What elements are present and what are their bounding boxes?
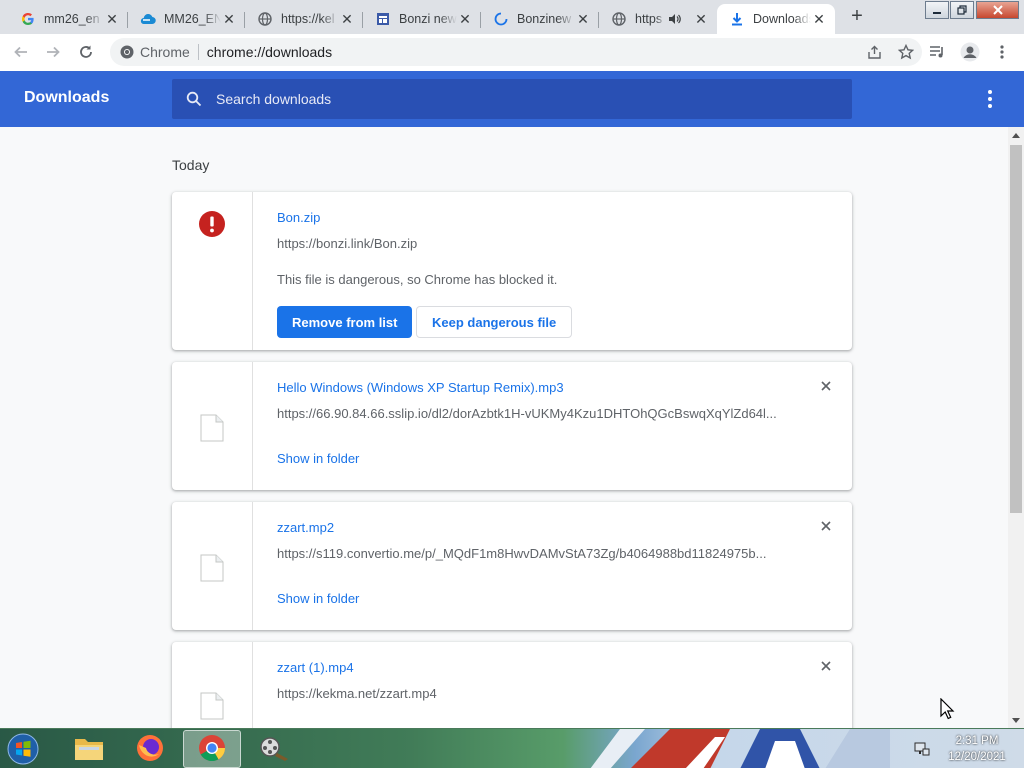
- search-input[interactable]: [216, 79, 852, 119]
- back-button[interactable]: [9, 40, 33, 64]
- tab-bonzinew[interactable]: Bonzinew ✕: [481, 4, 599, 34]
- keep-dangerous-file-button[interactable]: Keep dangerous file: [416, 306, 573, 338]
- remove-from-list-button[interactable]: Remove from list: [277, 306, 413, 338]
- network-icon[interactable]: [914, 741, 930, 757]
- tab-close-icon[interactable]: ✕: [575, 11, 591, 27]
- download-item: zzart.mp2 https://s119.convertio.me/p/_M…: [172, 502, 852, 630]
- mouse-cursor-icon: [940, 697, 956, 720]
- minimize-button[interactable]: [925, 1, 949, 19]
- file-icon: [200, 554, 224, 582]
- chrome-icon: [197, 733, 227, 766]
- profile-avatar[interactable]: [958, 40, 982, 64]
- scroll-up-icon[interactable]: [1008, 127, 1024, 143]
- tab-strip: mm26_en ✕ MM26_EN ✕ https://kel ✕ Bonzi …: [0, 0, 1024, 34]
- start-button[interactable]: [4, 731, 42, 767]
- tab-title: https://kel: [281, 12, 335, 26]
- file-icon: [200, 692, 224, 720]
- taskbar-firefox-button[interactable]: [121, 730, 179, 768]
- tab-close-icon[interactable]: ✕: [811, 11, 827, 27]
- remove-item-close-icon[interactable]: [818, 518, 834, 534]
- tab-title: Bonzi new: [399, 12, 457, 26]
- page-scheme-label: Chrome: [140, 44, 190, 60]
- show-in-folder-link[interactable]: Show in folder: [277, 591, 359, 606]
- tab-close-icon[interactable]: ✕: [104, 11, 120, 27]
- tab-mm26-en[interactable]: mm26_en ✕: [8, 4, 128, 34]
- danger-icon: [198, 210, 226, 241]
- forward-button[interactable]: [41, 40, 65, 64]
- browser-menu-button[interactable]: [990, 40, 1014, 64]
- tab-downloads[interactable]: Downloads ✕: [717, 4, 835, 34]
- bookmark-star-icon[interactable]: [890, 44, 922, 60]
- tab-title: mm26_en: [44, 12, 100, 26]
- danger-warning-text: This file is dangerous, so Chrome has bl…: [277, 272, 558, 287]
- show-in-folder-link[interactable]: Show in folder: [277, 451, 359, 466]
- search-icon: [172, 91, 216, 107]
- windows-taskbar: 2:31 PM 12/20/2021: [0, 728, 1024, 768]
- download-item: Bon.zip https://bonzi.link/Bon.zip This …: [172, 192, 852, 350]
- downloads-list: Today Bon.zip https://bonzi.link/Bon.zip…: [0, 127, 1008, 728]
- tab-https-kel[interactable]: https://kel ✕: [245, 4, 363, 34]
- taskbar-chrome-button[interactable]: [183, 730, 241, 768]
- download-item: zzart (1).mp4 https://kekma.net/zzart.mp…: [172, 642, 852, 728]
- url-text: chrome://downloads: [206, 44, 333, 60]
- window-icon: [375, 11, 391, 27]
- tab-title: Downloads: [753, 12, 811, 26]
- clock-date: 12/20/2021: [948, 751, 1006, 763]
- remove-item-close-icon[interactable]: [818, 378, 834, 394]
- close-window-button[interactable]: [976, 1, 1019, 19]
- reload-button[interactable]: [74, 40, 98, 64]
- tab-close-icon[interactable]: ✕: [221, 11, 237, 27]
- tab-title: MM26_EN: [164, 12, 221, 26]
- search-box[interactable]: [172, 79, 852, 119]
- file-icon: [200, 414, 224, 442]
- file-name[interactable]: Bon.zip: [277, 210, 320, 225]
- desktop-wallpaper-strip: [590, 729, 890, 768]
- file-url[interactable]: https://66.90.84.66.sslip.io/dl2/dorAzbt…: [277, 406, 777, 421]
- film-reel-icon: [258, 733, 290, 766]
- date-heading: Today: [172, 157, 210, 173]
- tab-bonzi-new[interactable]: Bonzi new ✕: [363, 4, 481, 34]
- address-bar[interactable]: Chrome chrome://downloads: [110, 38, 922, 66]
- downloads-menu-button[interactable]: [980, 87, 1000, 111]
- taskbar-movie-maker-button[interactable]: [245, 730, 303, 768]
- taskbar-explorer-button[interactable]: [60, 730, 118, 768]
- tab-mm26-EN[interactable]: MM26_EN ✕: [128, 4, 245, 34]
- downloads-toolbar: Downloads: [0, 71, 1024, 127]
- tab-title: https: [635, 12, 663, 26]
- tab-close-icon[interactable]: ✕: [693, 11, 709, 27]
- globe-icon: [257, 11, 273, 27]
- share-icon[interactable]: [858, 45, 890, 60]
- media-control-button[interactable]: [925, 40, 949, 64]
- file-name[interactable]: zzart.mp2: [277, 520, 334, 535]
- cloud-icon: [140, 11, 156, 27]
- browser-toolbar: Chrome chrome://downloads: [0, 34, 1024, 71]
- file-url[interactable]: https://bonzi.link/Bon.zip: [277, 236, 777, 251]
- tab-title: Bonzinew: [517, 12, 572, 26]
- page-title: Downloads: [24, 89, 110, 106]
- tab-close-icon[interactable]: ✕: [457, 11, 473, 27]
- chrome-logo-icon: [120, 45, 134, 59]
- file-name[interactable]: zzart (1).mp4: [277, 660, 354, 675]
- globe-icon: [611, 11, 627, 27]
- download-icon: [729, 11, 745, 27]
- new-tab-button[interactable]: +: [846, 6, 868, 28]
- speaker-icon[interactable]: [665, 13, 683, 25]
- tab-close-icon[interactable]: ✕: [339, 11, 355, 27]
- download-item: Hello Windows (Windows XP Startup Remix)…: [172, 362, 852, 490]
- folder-icon: [73, 734, 105, 765]
- scroll-down-icon[interactable]: [1008, 712, 1024, 728]
- file-name[interactable]: Hello Windows (Windows XP Startup Remix)…: [277, 380, 564, 395]
- tab-https-audio[interactable]: https ✕: [599, 4, 717, 34]
- scrollbar-thumb[interactable]: [1010, 145, 1022, 513]
- file-url[interactable]: https://s119.convertio.me/p/_MQdF1m8HwvD…: [277, 546, 777, 561]
- system-clock[interactable]: 2:31 PM 12/20/2021: [942, 733, 1012, 765]
- firefox-icon: [135, 733, 165, 766]
- file-url[interactable]: https://kekma.net/zzart.mp4: [277, 686, 777, 701]
- google-g-icon: [20, 11, 36, 27]
- remove-item-close-icon[interactable]: [818, 658, 834, 674]
- loading-spinner-icon: [493, 11, 509, 27]
- restore-button[interactable]: [950, 1, 974, 19]
- clock-time: 2:31 PM: [955, 735, 999, 747]
- page-scrollbar[interactable]: [1008, 127, 1024, 728]
